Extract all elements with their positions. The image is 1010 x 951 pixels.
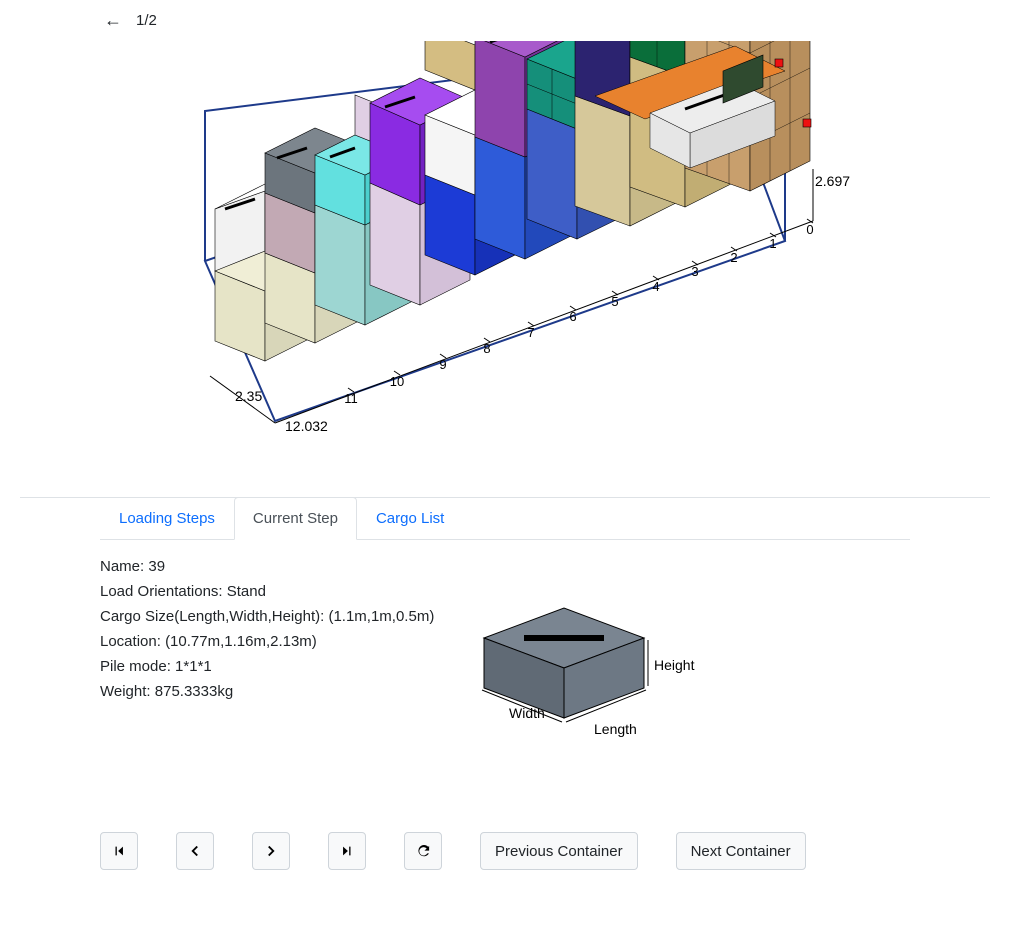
orientation-value: Stand — [227, 583, 266, 600]
container-3d-view[interactable]: 0 1 2 3 4 5 6 7 8 9 10 11 — [0, 41, 1010, 481]
svg-text:11: 11 — [344, 391, 358, 406]
name-value: 39 — [148, 558, 165, 575]
location-label: Location: — [100, 633, 161, 650]
tab-current-step[interactable]: Current Step — [234, 497, 357, 540]
chevron-right-icon — [265, 844, 277, 858]
last-step-button[interactable] — [328, 832, 366, 870]
step-navigation: Previous Container Next Container — [0, 820, 1010, 890]
height-axis-label: Height — [654, 657, 695, 673]
cargo-details: Name: 39 Load Orientations: Stand Cargo … — [100, 558, 434, 708]
pile-value: 1*1*1 — [175, 658, 212, 675]
svg-text:10: 10 — [390, 374, 404, 389]
skip-start-icon — [112, 844, 126, 858]
location-value: (10.77m,1.16m,2.13m) — [165, 633, 317, 650]
previous-container-button[interactable]: Previous Container — [480, 832, 638, 870]
weight-value: 875.3333kg — [155, 683, 233, 700]
first-step-button[interactable] — [100, 832, 138, 870]
next-container-button[interactable]: Next Container — [676, 832, 806, 870]
name-label: Name: — [100, 558, 144, 575]
length-axis-label: Length — [594, 721, 637, 737]
tab-nav: Loading Steps Current Step Cargo List — [100, 497, 910, 540]
svg-text:2: 2 — [730, 250, 737, 265]
refresh-button[interactable] — [404, 832, 442, 870]
size-label: Cargo Size(Length,Width,Height): — [100, 608, 324, 625]
height-label: 2.697 — [815, 173, 850, 189]
svg-text:1: 1 — [769, 236, 776, 251]
next-step-button[interactable] — [252, 832, 290, 870]
container-3d-svg: 0 1 2 3 4 5 6 7 8 9 10 11 — [95, 41, 915, 471]
tab-loading-steps[interactable]: Loading Steps — [100, 497, 234, 540]
tab-cargo-list[interactable]: Cargo List — [357, 497, 463, 540]
current-step-pane: Name: 39 Load Orientations: Stand Cargo … — [100, 540, 910, 820]
svg-text:0: 0 — [806, 222, 813, 237]
cargo-box-diagram: Width Length Height — [454, 558, 714, 748]
width-label: 2.35 — [235, 388, 262, 404]
page-indicator: 1/2 — [136, 12, 157, 29]
prev-step-button[interactable] — [176, 832, 214, 870]
weight-label: Weight: — [100, 683, 151, 700]
orientation-label: Load Orientations: — [100, 583, 223, 600]
pile-label: Pile mode: — [100, 658, 171, 675]
length-label: 12.032 — [285, 418, 328, 434]
width-axis-label: Width — [509, 705, 545, 721]
back-button[interactable]: ← — [100, 8, 126, 33]
chevron-left-icon — [189, 844, 201, 858]
size-value: (1.1m,1m,0.5m) — [328, 608, 434, 625]
skip-end-icon — [340, 844, 354, 858]
refresh-icon — [416, 844, 431, 859]
